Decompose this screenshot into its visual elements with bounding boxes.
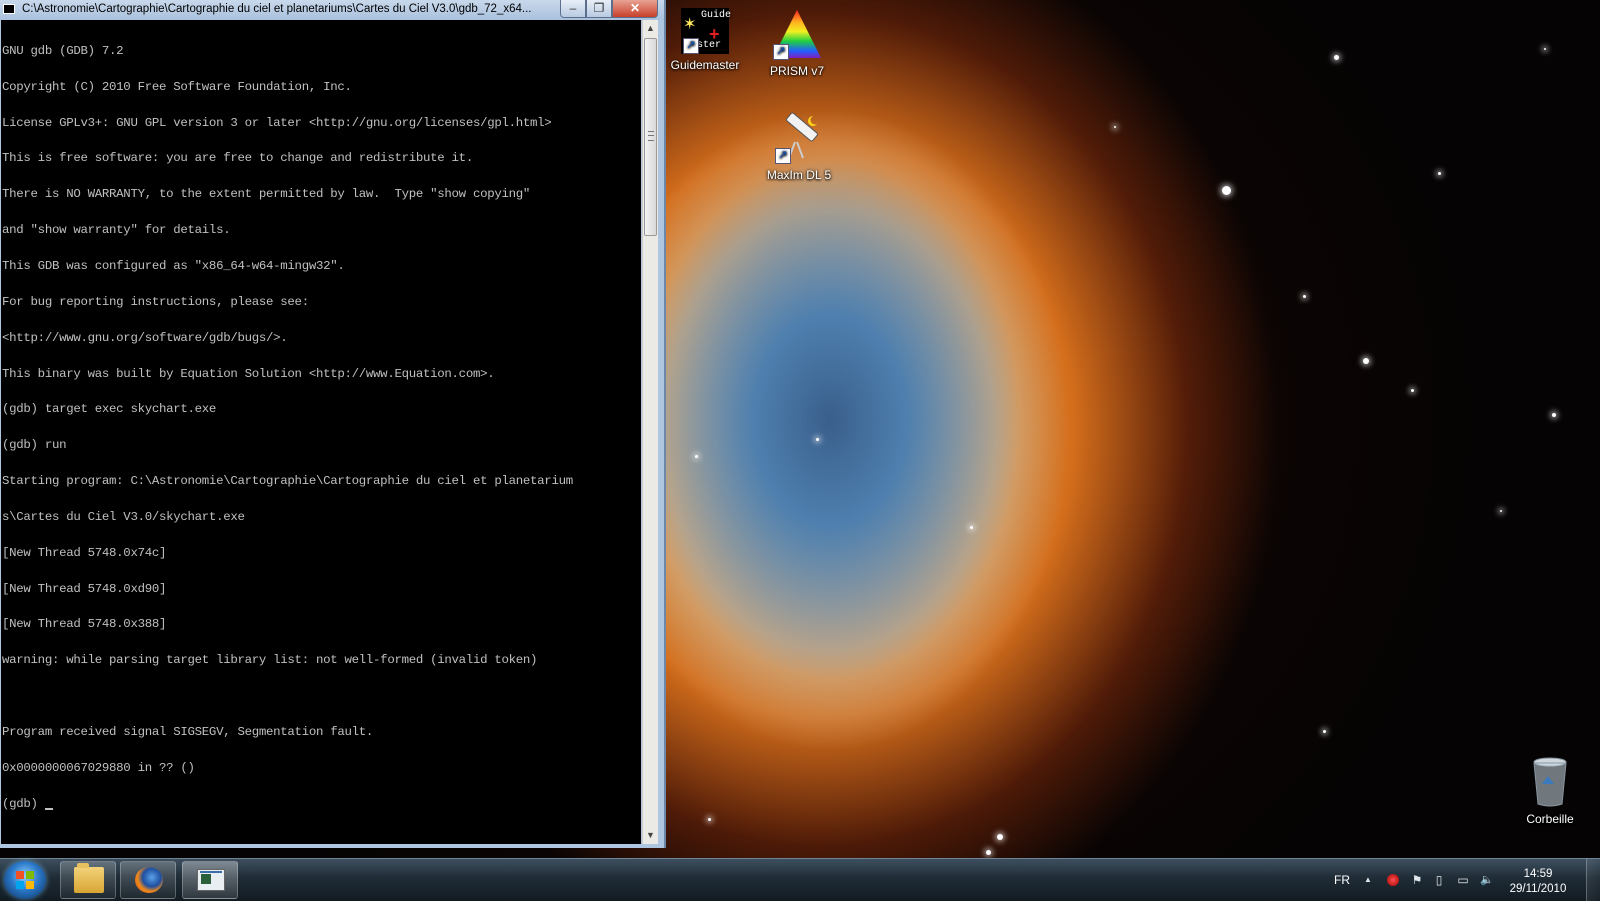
taskbar: FR ▲ ⚑ ▯ ▭ 🔈 14:59 29/11/2010	[0, 858, 1600, 901]
star	[1500, 510, 1502, 512]
console-prompt-line[interactable]: (gdb)	[2, 796, 641, 811]
console-line: (gdb) target exec skychart.exe	[2, 402, 217, 417]
console-line: GNU gdb (GDB) 7.2	[2, 43, 124, 58]
network-icon[interactable]: ▯	[1432, 873, 1446, 887]
system-clock[interactable]: 14:59 29/11/2010	[1508, 867, 1568, 897]
scroll-down-arrow-icon[interactable]: ▼	[643, 827, 658, 844]
console-line: For bug reporting instructions, please s…	[2, 294, 309, 309]
taskbar-firefox-button[interactable]	[120, 861, 176, 899]
console-window-icon[interactable]	[3, 4, 15, 14]
guidemaster-icon: Guide ✶ + ster ↗	[681, 8, 732, 54]
close-button[interactable]: ✕	[612, 0, 658, 18]
show-desktop-button[interactable]	[1586, 859, 1600, 901]
console-app-icon	[197, 869, 225, 891]
star	[708, 818, 711, 821]
minimize-button[interactable]: –	[560, 0, 586, 18]
console-window[interactable]: C:\Astronomie\Cartographie\Cartographie …	[0, 0, 666, 848]
recycle-bin-icon	[1524, 756, 1576, 808]
grip-icon	[648, 131, 654, 141]
shortcut-arrow-icon: ↗	[775, 148, 791, 164]
star	[1334, 55, 1339, 60]
antivirus-icon[interactable]	[1386, 873, 1400, 887]
console-line: Copyright (C) 2010 Free Software Foundat…	[2, 79, 352, 94]
console-line: License GPLv3+: GNU GPL version 3 or lat…	[2, 115, 552, 130]
language-indicator[interactable]: FR	[1334, 873, 1350, 887]
taskbar-console-button[interactable]	[182, 861, 238, 899]
show-hidden-icons-arrow[interactable]: ▲	[1361, 873, 1375, 887]
console-line: There is NO WARRANTY, to the extent perm…	[2, 187, 531, 202]
star	[1552, 413, 1556, 417]
console-line: [New Thread 5748.0xd90]	[2, 581, 167, 596]
console-line: Program received signal SIGSEGV, Segment…	[2, 724, 374, 739]
shortcut-arrow-icon: ↗	[683, 38, 699, 54]
console-line: (gdb) run	[2, 438, 67, 453]
desktop-icon-label: MaxIm DL 5	[766, 168, 832, 182]
star	[1544, 48, 1546, 50]
console-title: C:\Astronomie\Cartographie\Cartographie …	[22, 3, 532, 15]
telescope-icon: ↗	[773, 112, 825, 164]
star	[816, 438, 819, 441]
firefox-icon	[135, 867, 163, 893]
desktop-icon-maxim[interactable]: ↗ MaxIm DL 5	[754, 112, 844, 182]
console-line: s\Cartes du Ciel V3.0/skychart.exe	[2, 509, 245, 524]
guidemaster-icon-text-top: Guide	[701, 10, 732, 21]
star	[1411, 389, 1414, 392]
action-center-flag-icon[interactable]: ⚑	[1410, 873, 1424, 887]
volume-icon[interactable]: 🔈	[1480, 873, 1494, 887]
desktop-icon-prism[interactable]: ↗ PRISM v7	[752, 8, 842, 78]
display-icon[interactable]: ▭	[1456, 873, 1470, 887]
guidemaster-icon-text-bottom: ster	[697, 40, 722, 51]
console-title-bar[interactable]: C:\Astronomie\Cartographie\Cartographie …	[0, 0, 664, 20]
star	[1363, 358, 1369, 364]
antivirus-icon-dot	[1387, 874, 1399, 886]
console-prompt: (gdb)	[2, 796, 45, 811]
star	[695, 455, 698, 458]
recycle-bin-graphic	[1533, 757, 1567, 807]
folder-icon	[74, 863, 104, 893]
windows-logo-icon	[16, 871, 34, 889]
desktop-icon-guidemaster[interactable]: Guide ✶ + ster ↗ Guidemaster	[660, 8, 750, 72]
console-line: and "show warranty" for details.	[2, 223, 231, 238]
shortcut-arrow-icon: ↗	[773, 44, 789, 60]
console-line: This GDB was configured as "x86_64-w64-m…	[2, 258, 345, 273]
console-line: [New Thread 5748.0x388]	[2, 617, 167, 632]
console-output[interactable]: GNU gdb (GDB) 7.2 Copyright (C) 2010 Fre…	[1, 20, 641, 844]
console-line: <http://www.gnu.org/software/gdb/bugs/>.	[2, 330, 288, 345]
clock-date: 29/11/2010	[1509, 883, 1567, 895]
star	[970, 526, 973, 529]
text-cursor	[44, 807, 53, 810]
console-line: This binary was built by Equation Soluti…	[2, 366, 495, 381]
scrollbar-thumb[interactable]	[644, 38, 657, 236]
console-line: [New Thread 5748.0x74c]	[2, 545, 167, 560]
star-glyph: ✶	[683, 16, 697, 33]
vertical-scrollbar[interactable]: ▲ ▼	[642, 20, 658, 844]
desktop-icon-label: PRISM v7	[769, 64, 824, 78]
maximize-button[interactable]: ❐	[586, 0, 612, 18]
console-line: warning: while parsing target library li…	[2, 653, 538, 668]
star	[1114, 126, 1116, 128]
desktop-icon-label: Corbeille	[1526, 812, 1574, 826]
console-line: This is free software: you are free to c…	[2, 151, 473, 166]
start-button[interactable]	[4, 861, 46, 899]
desktop-icon-recycle-bin[interactable]: Corbeille	[1505, 756, 1595, 826]
star	[1222, 186, 1231, 195]
clock-time: 14:59	[1523, 868, 1553, 880]
star	[986, 850, 991, 855]
taskbar-explorer-button[interactable]	[60, 861, 116, 899]
scroll-up-arrow-icon[interactable]: ▲	[643, 20, 658, 37]
console-line: Starting program: C:\Astronomie\Cartogra…	[2, 474, 573, 489]
desktop-icon-label: Guidemaster	[670, 58, 740, 72]
star	[1323, 730, 1326, 733]
star	[1303, 295, 1306, 298]
console-line: 0x0000000067029880 in ?? ()	[2, 760, 195, 775]
star	[997, 834, 1003, 840]
star	[1438, 172, 1441, 175]
prism-icon: ↗	[771, 8, 823, 60]
